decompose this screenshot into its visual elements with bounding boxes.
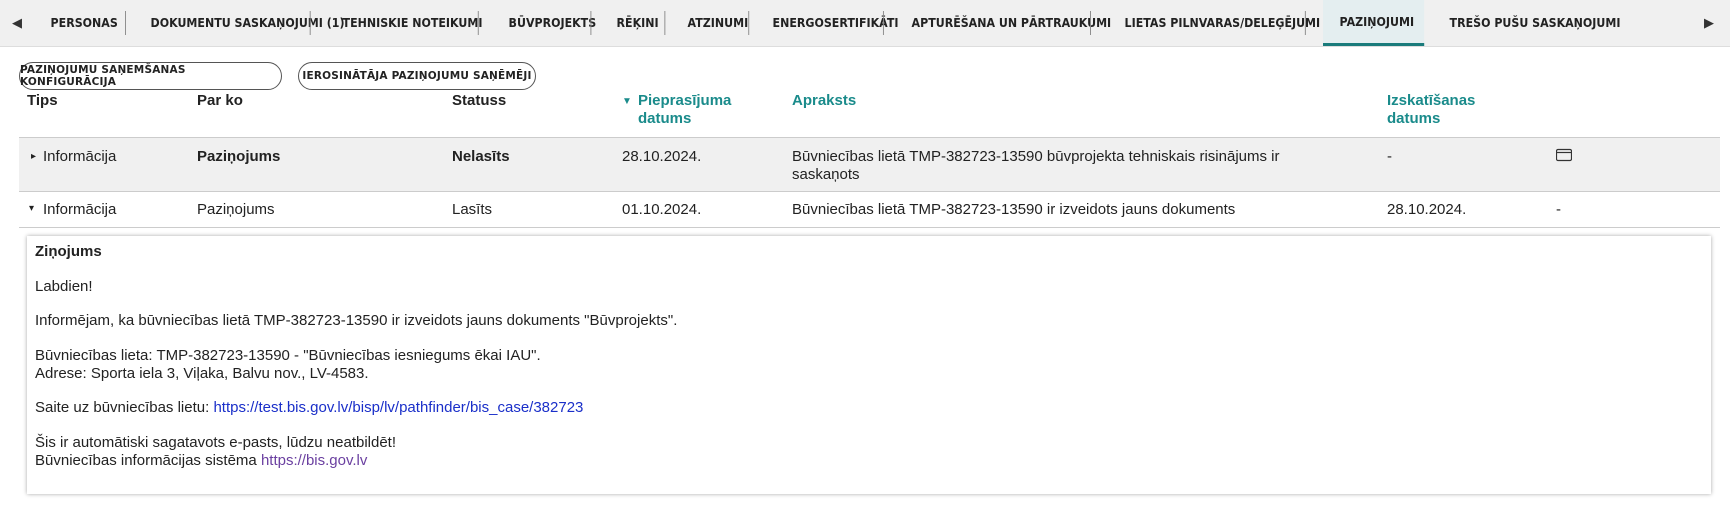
message-link-prefix: Saite uz būvniecības lietu: [35,399,214,416]
message-link-line: Saite uz būvniecības lietu: https://test… [35,399,583,417]
cell-datums: 01.10.2024. [622,201,702,218]
tab-pazinojumi[interactable]: PAZIŅOJUMI [1323,0,1425,46]
tab-lietas-pilnvaras[interactable]: LIETAS PILNVARAS/DELEĢĒJUMI [1108,0,1320,46]
envelope-icon[interactable] [1555,148,1573,167]
notification-config-button[interactable]: PAZIŅOJUMU SAŅEMŠANAS KONFIGURĀCIJA [19,62,282,90]
cell-apraksts: Būvniecības lietā TMP-382723-13590 būvpr… [792,148,1280,183]
cell-datums: 28.10.2024. [622,148,702,165]
cell-izskatisanas: 28.10.2024. [1387,201,1467,218]
tab-label: DOKUMENTU SASKAŅOJUMI (1) [150,16,345,30]
column-header-apraksts[interactable]: Apraksts [792,92,856,110]
collapse-toggle-icon[interactable]: ▾ [29,200,34,218]
tab-label: BŪVPROJEKTS [508,16,597,30]
tab-personas[interactable]: PERSONAS [34,0,126,46]
tab-buvprojekts[interactable]: BŪVPROJEKTS [492,0,596,46]
tab-scroll-left-icon[interactable]: ◀ [0,0,34,46]
tab-aptures-un-partraukumi[interactable]: APTURĒŠANA UN PĀRTRAUKUMI [895,0,1111,46]
sort-descending-icon[interactable]: ▼ [622,96,632,107]
tabs: PERSONAS DOKUMENTU SASKAŅOJUMI (1) TEHNI… [34,0,1621,46]
message-case-line: Būvniecības lieta: TMP-382723-13590 - "B… [35,347,541,364]
message-auto-line: Šis ir automātiski sagatavots e-pasts, l… [35,434,397,451]
message-body-line: Informējam, ka būvniecības lietā TMP-382… [35,312,678,329]
tab-tehniskie-noteikumi[interactable]: TEHNISKIE NOTEIKUMI [326,0,482,46]
table-row[interactable]: ▸ Informācija Paziņojums Nelasīts 28.10.… [19,137,1720,192]
tab-label: TREŠO PUŠU SASKAŅOJUMI [1449,16,1621,30]
case-link[interactable]: https://test.bis.gov.lv/bisp/lv/pathfind… [213,399,583,416]
tab-label: ENERGOSERTIFIKĀTI [772,16,899,30]
tab-bar: ◀ PERSONAS DOKUMENTU SASKAŅOJUMI (1) TEH… [0,0,1730,47]
message-panel: Ziņojums Labdien! Informējam, ka būvniec… [27,236,1711,494]
tab-atzinumi[interactable]: ATZINUMI [671,0,750,46]
tab-scroll-right-icon[interactable]: ▶ [1692,0,1726,46]
tab-label: ATZINUMI [687,16,749,30]
tab-rekini[interactable]: RĒĶINI [600,0,666,46]
cell-tips: Informācija [43,201,117,218]
cell-tips: Informācija [43,148,117,165]
tab-dokumentu-saskanojumi[interactable]: DOKUMENTU SASKAŅOJUMI (1) [134,0,344,46]
cell-statuss: Lasīts [452,201,493,218]
tab-label: APTURĒŠANA UN PĀRTRAUKUMI [911,16,1112,30]
message-address-line: Adrese: Sporta iela 3, Viļaka, Balvu nov… [35,365,369,382]
tab-label: LIETAS PILNVARAS/DELEĢĒJUMI [1124,16,1321,30]
column-header-izskatisanas-datums[interactable]: Izskatīšanas datums [1387,92,1497,128]
initiator-recipients-button[interactable]: IEROSINĀTĀJA PAZIŅOJUMU SAŅĒMĒJI [298,62,536,90]
message-system-prefix: Būvniecības informācijas sistēma [35,452,261,469]
cell-par-ko: Paziņojums [197,201,275,218]
message-title: Ziņojums [35,243,102,260]
tab-treso-pusu-saskanojumi[interactable]: TREŠO PUŠU SASKAŅOJUMI [1433,0,1621,46]
cell-action: - [1556,201,1561,218]
tab-label: PERSONAS [50,16,118,30]
tab-energosertifikati[interactable]: ENERGOSERTIFIKĀTI [756,0,898,46]
column-header-pieprasijuma-datums[interactable]: Pieprasījuma datums [638,92,758,128]
system-link[interactable]: https://bis.gov.lv [261,452,367,469]
cell-apraksts: Būvniecības lietā TMP-382723-13590 ir iz… [792,201,1236,218]
tab-label: RĒĶINI [616,16,659,30]
column-header-tips: Tips [27,92,58,109]
cell-statuss: Nelasīts [452,148,510,165]
tab-label: PAZIŅOJUMI [1339,14,1415,29]
tab-label: TEHNISKIE NOTEIKUMI [342,16,483,30]
expand-toggle-icon[interactable]: ▸ [31,148,36,166]
cell-par-ko: Paziņojums [197,148,281,165]
table-row[interactable]: ▾ Informācija Paziņojums Lasīts 01.10.20… [19,191,1720,228]
cell-izskatisanas: - [1387,148,1392,165]
message-system-line: Būvniecības informācijas sistēma https:/… [35,452,367,470]
column-header-statuss: Statuss [452,92,507,109]
message-greeting: Labdien! [35,278,93,295]
column-header-par-ko: Par ko [197,92,243,109]
